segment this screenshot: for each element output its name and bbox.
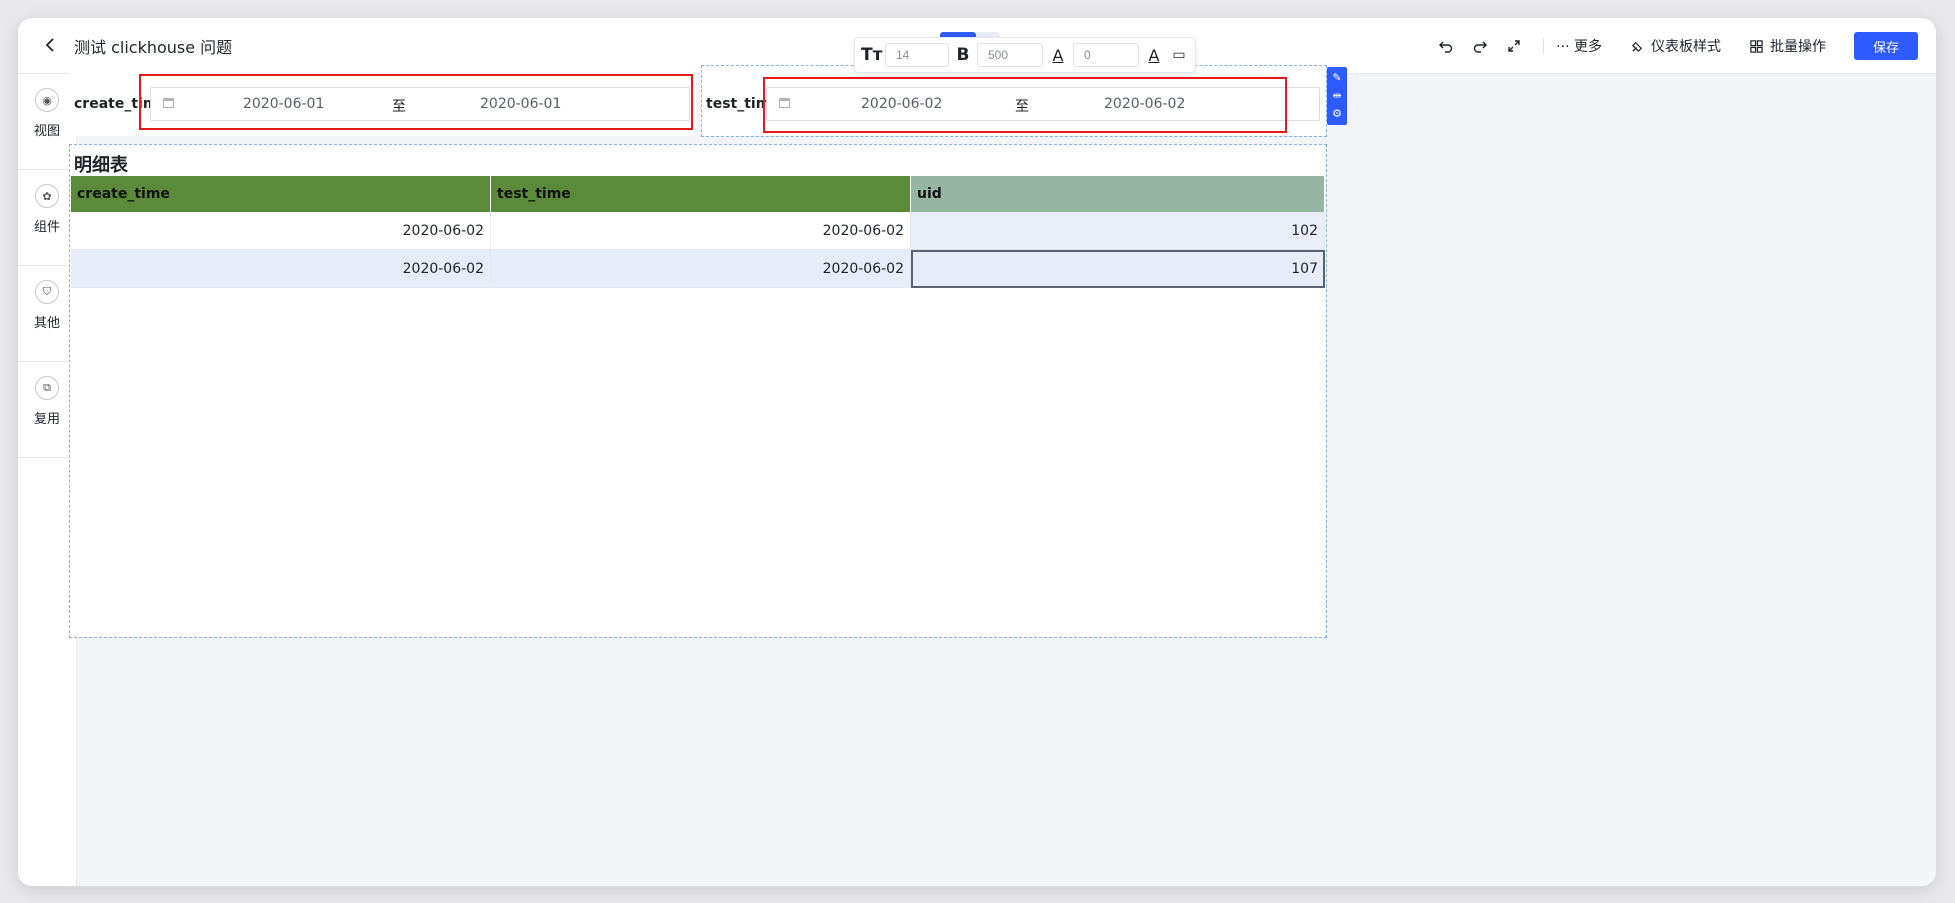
page-title: 测试 clickhouse 问题 xyxy=(74,38,233,57)
font-size-icon[interactable]: Tт xyxy=(861,45,882,65)
letter-spacing-input[interactable]: 0 xyxy=(1073,43,1139,67)
back-button[interactable] xyxy=(34,28,68,62)
undo-button[interactable] xyxy=(1429,33,1463,59)
sidebar-item-reuse[interactable]: ⧉ 复用 xyxy=(18,362,76,458)
sidebar-item-other[interactable]: ⛉ 其他 xyxy=(18,266,76,362)
sidebar-item-label: 组件 xyxy=(33,220,60,235)
text-format-bar: Tт 14 B 500 A 0 A ▭ xyxy=(854,37,1196,73)
range-separator: 至 xyxy=(1015,99,1029,115)
table-cell[interactable]: 2020-06-02 xyxy=(490,212,911,250)
redo-button[interactable] xyxy=(1463,33,1497,59)
table-title: 明细表 xyxy=(74,155,128,176)
filter-test-time: test_time 2020-06-02 至 2020-06-02 xyxy=(701,65,1327,137)
column-header[interactable]: create_time xyxy=(71,176,491,212)
more-button[interactable]: ··· 更多 xyxy=(1556,36,1602,56)
app-window: 测试 clickhouse 问题 Tт 14 B 500 A 0 A ▭ ···… xyxy=(18,18,1936,886)
dashboard-style-label: 仪表板样式 xyxy=(1650,39,1721,55)
table-cell[interactable]: 2020-06-02 xyxy=(71,249,491,288)
left-sidebar: ◉ 视图 ✿ 组件 ⛉ 其他 ⧉ 复用 xyxy=(18,74,77,886)
table-row: 2020-06-02 2020-06-02 107 xyxy=(71,249,1325,288)
bold-icon[interactable]: B xyxy=(953,45,973,65)
calendar-icon xyxy=(779,98,790,108)
date-range-picker[interactable]: 2020-06-01 至 2020-06-01 xyxy=(150,87,690,121)
save-button[interactable]: 保存 xyxy=(1853,32,1918,60)
column-header[interactable]: uid xyxy=(910,176,1325,212)
redo-icon xyxy=(1473,41,1488,53)
table-cell[interactable]: 2020-06-02 xyxy=(490,249,911,288)
column-header[interactable]: test_time xyxy=(490,176,911,212)
background-color-icon[interactable]: ▭ xyxy=(1169,47,1189,63)
edit-icon[interactable]: ✎ xyxy=(1332,72,1341,84)
sidebar-item-label: 视图 xyxy=(33,124,60,139)
end-date[interactable]: 2020-06-02 xyxy=(1104,96,1185,112)
header-toolbar: ··· 更多 仪表板样式 批量操作 保存 xyxy=(1429,32,1918,60)
calendar-icon xyxy=(163,98,174,108)
batch-ops-label: 批量操作 xyxy=(1769,39,1826,55)
table-header-row: create_time test_time uid xyxy=(71,176,1325,212)
undo-icon xyxy=(1439,41,1453,53)
component-actions: ✎ ⇹ ⚙ xyxy=(1327,67,1347,125)
brush-icon xyxy=(1631,41,1643,52)
table-row: 2020-06-02 2020-06-02 102 xyxy=(71,212,1325,250)
detail-table: create_time test_time uid 2020-06-02 202… xyxy=(71,176,1325,288)
expand-icon xyxy=(1508,40,1520,52)
filter-create-time: create_time 2020-06-01 至 2020-06-01 xyxy=(70,66,696,136)
sidebar-item-label: 复用 xyxy=(33,412,60,427)
settings-icon[interactable]: ⚙ xyxy=(1332,108,1342,120)
detail-table-card[interactable]: 明细表 create_time test_time uid 2020-06-02… xyxy=(69,144,1327,638)
toolbar-divider xyxy=(1543,38,1545,54)
table-cell[interactable]: 2020-06-02 xyxy=(71,212,491,250)
chevron-left-icon xyxy=(45,38,54,52)
sidebar-item-component[interactable]: ✿ 组件 xyxy=(18,170,76,266)
font-size-input[interactable]: 14 xyxy=(885,43,949,67)
dashboard-style-button[interactable]: 仪表板样式 xyxy=(1630,36,1721,56)
table-cell[interactable]: 102 xyxy=(910,212,1325,250)
batch-ops-button[interactable]: 批量操作 xyxy=(1749,36,1826,56)
other-icon: ⛉ xyxy=(35,280,59,304)
align-icon[interactable]: ⇹ xyxy=(1332,90,1341,102)
font-weight-input[interactable]: 500 xyxy=(977,43,1043,67)
component-icon: ✿ xyxy=(35,184,59,208)
font-color-icon[interactable]: A xyxy=(1143,46,1165,65)
sidebar-item-view[interactable]: ◉ 视图 xyxy=(18,74,76,170)
view-icon: ◉ xyxy=(35,88,59,112)
start-date[interactable]: 2020-06-01 xyxy=(243,96,324,112)
start-date[interactable]: 2020-06-02 xyxy=(861,96,942,112)
sidebar-item-label: 其他 xyxy=(33,316,60,331)
fullscreen-button[interactable] xyxy=(1497,33,1531,59)
more-label: ··· 更多 xyxy=(1556,39,1602,55)
table-cell-selected[interactable]: 107 xyxy=(910,249,1325,288)
range-separator: 至 xyxy=(392,99,406,115)
reuse-icon: ⧉ xyxy=(35,376,59,400)
date-range-picker[interactable]: 2020-06-02 至 2020-06-02 xyxy=(766,87,1320,121)
grid-icon xyxy=(1750,39,1763,53)
letter-spacing-icon[interactable]: A xyxy=(1047,46,1069,65)
end-date[interactable]: 2020-06-01 xyxy=(480,96,561,112)
